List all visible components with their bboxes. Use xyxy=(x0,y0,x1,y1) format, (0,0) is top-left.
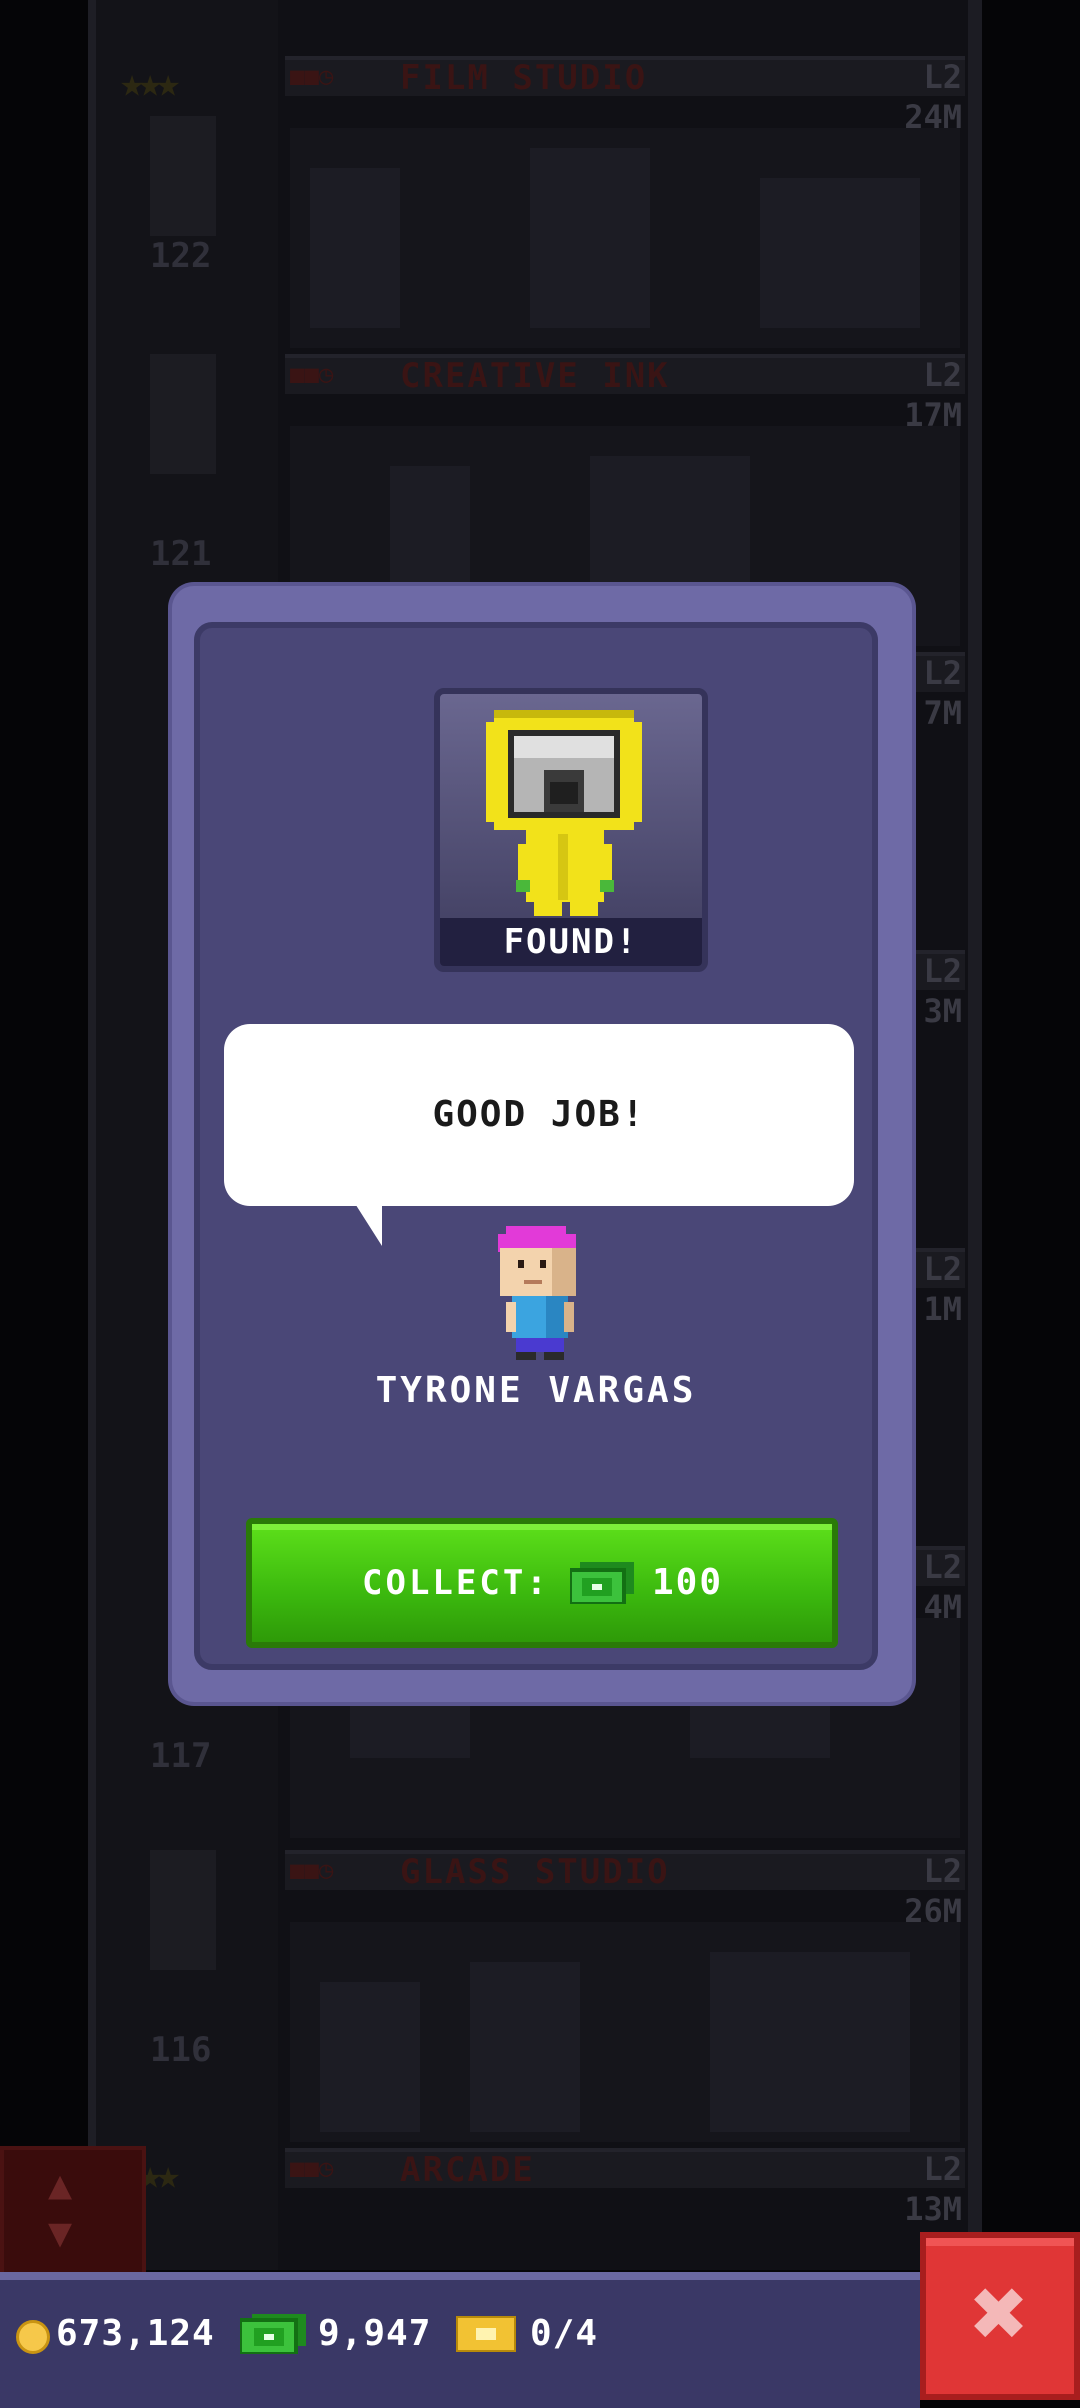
speech-bubble-tail xyxy=(354,1202,382,1246)
collect-amount: 100 xyxy=(652,1562,724,1603)
ticket-icon xyxy=(456,2316,516,2352)
floor-level: L2 xyxy=(923,58,962,96)
floor-population: 13M xyxy=(904,2190,962,2228)
elevator-up-icon: ▲ xyxy=(48,2162,73,2208)
collect-label: COLLECT: xyxy=(362,1563,550,1603)
close-icon: ✖ xyxy=(971,2257,1029,2369)
floor-number: 121 xyxy=(150,534,212,574)
floor-row[interactable]: ★★★ ■■◷ FILM STUDIO L2 24M 122 xyxy=(0,56,1080,354)
close-button[interactable]: ✖ xyxy=(920,2232,1080,2400)
floor-population: 3M xyxy=(923,992,962,1030)
floor-level: L2 xyxy=(923,1548,962,1586)
floor-population: 7M xyxy=(923,694,962,732)
elevator-down-icon: ▼ xyxy=(48,2210,73,2256)
collect-button[interactable]: COLLECT: 100 xyxy=(246,1518,838,1648)
floor-name: ARCADE xyxy=(400,2150,535,2190)
floor-status-icon: ■■◷ xyxy=(290,2154,334,2182)
floor-row[interactable]: ■■◷ GLASS STUDIO L2 26M 116 xyxy=(0,1850,1080,2148)
floor-status-icon: ■■◷ xyxy=(290,1856,334,1884)
elevator-car xyxy=(150,1850,216,1970)
bottom-hud: 673,124 9,947 0/4 xyxy=(0,2272,920,2408)
speech-bubble: GOOD JOB! xyxy=(224,1024,854,1206)
coin-amount: 673,124 xyxy=(56,2313,215,2354)
floor-level: L2 xyxy=(923,952,962,990)
speech-text: GOOD JOB! xyxy=(432,1094,646,1135)
floor-name: GLASS STUDIO xyxy=(400,1852,670,1892)
found-label: FOUND! xyxy=(440,918,702,966)
floor-header xyxy=(285,2148,965,2188)
bux-icon xyxy=(570,1562,634,1604)
floor-room xyxy=(290,1922,960,2142)
floor-name: CREATIVE INK xyxy=(400,356,670,396)
floor-status-icon: ■■◷ xyxy=(290,360,334,388)
floor-stars-icon: ★★★ xyxy=(120,60,180,106)
bux-amount: 9,947 xyxy=(318,2313,432,2354)
floor-level: L2 xyxy=(923,1250,962,1288)
floor-level: L2 xyxy=(923,2150,962,2188)
dialog-panel: FOUND! GOOD JOB! TYRONE VARGAS COLLECT: xyxy=(194,622,878,1670)
bux-icon xyxy=(240,2314,306,2354)
npc-avatar-icon xyxy=(498,1226,576,1360)
ticket-amount: 0/4 xyxy=(530,2313,599,2354)
floor-number: 116 xyxy=(150,2030,212,2070)
coin-icon xyxy=(16,2320,50,2354)
elevator-button[interactable]: ▲ ▼ xyxy=(0,2146,146,2280)
floor-row[interactable]: ★★★ ■■◷ ARCADE L2 13M xyxy=(0,2148,1080,2268)
floor-name: FILM STUDIO xyxy=(400,58,648,98)
floor-number: 117 xyxy=(150,1736,212,1776)
floor-status-icon: ■■◷ xyxy=(290,62,334,90)
npc-name: TYRONE VARGAS xyxy=(375,1370,697,1411)
bitizen-portrait: FOUND! xyxy=(434,688,708,972)
floor-number: 122 xyxy=(150,236,212,276)
bitizen-found-dialog: FOUND! GOOD JOB! TYRONE VARGAS COLLECT: xyxy=(172,586,912,1702)
elevator-car xyxy=(150,116,216,236)
elevator-car xyxy=(150,354,216,474)
floor-population: 1M xyxy=(923,1290,962,1328)
floor-level: L2 xyxy=(923,654,962,692)
floor-level: L2 xyxy=(923,356,962,394)
floor-room xyxy=(290,128,960,348)
hazmat-bitizen-icon xyxy=(486,710,642,916)
floor-level: L2 xyxy=(923,1852,962,1890)
